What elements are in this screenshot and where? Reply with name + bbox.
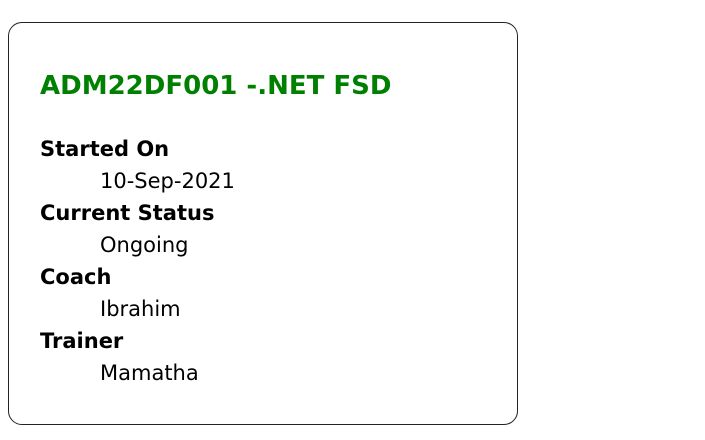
current-status-value: Ongoing — [100, 233, 189, 257]
course-title: ADM22DF001 -.NET FSD — [40, 71, 392, 101]
coach-value: Ibrahim — [100, 297, 181, 321]
trainer-label: Trainer — [40, 329, 124, 353]
course-card: ADM22DF001 -.NET FSD Started On 10-Sep-2… — [8, 22, 518, 425]
course-details: Started On 10-Sep-2021 Current Status On… — [40, 133, 235, 389]
coach-label: Coach — [40, 265, 112, 289]
started-on-label: Started On — [40, 137, 170, 161]
trainer-value: Mamatha — [100, 361, 199, 385]
current-status-label: Current Status — [40, 201, 215, 225]
started-on-value: 10-Sep-2021 — [100, 169, 235, 193]
